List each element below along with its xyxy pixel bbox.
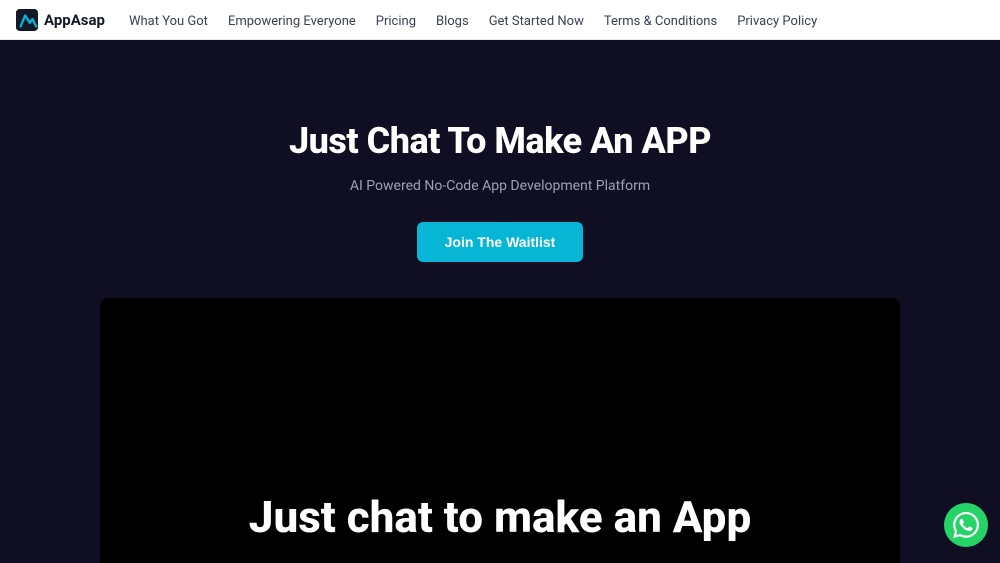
nav-item-empowering[interactable]: Empowering Everyone (228, 14, 356, 29)
hero-subtitle: AI Powered No-Code App Development Platf… (350, 178, 650, 194)
navbar: AppAsap What You Got Empowering Everyone… (0, 0, 1000, 40)
video-overlay-text: Just chat to make an App (249, 491, 751, 543)
nav-menu: What You Got Empowering Everyone Pricing… (129, 10, 817, 29)
hero-title: Just Chat To Make An APP (289, 120, 711, 162)
cta-button[interactable]: Join The Waitlist (417, 222, 584, 262)
hero-section: Just Chat To Make An APP AI Powered No-C… (0, 40, 1000, 563)
whatsapp-button[interactable] (944, 503, 988, 547)
nav-item-privacy[interactable]: Privacy Policy (737, 14, 817, 29)
brand-name: AppAsap (44, 11, 105, 29)
nav-item-terms[interactable]: Terms & Conditions (604, 14, 717, 29)
whatsapp-icon (953, 512, 979, 538)
logo-link[interactable]: AppAsap (16, 9, 105, 31)
nav-item-pricing[interactable]: Pricing (376, 14, 416, 29)
video-container[interactable]: Just chat to make an App (100, 298, 900, 563)
logo-icon (16, 9, 38, 31)
nav-item-blogs[interactable]: Blogs (436, 14, 469, 29)
nav-item-what-you-got[interactable]: What You Got (129, 14, 208, 29)
nav-item-get-started[interactable]: Get Started Now (489, 14, 584, 29)
